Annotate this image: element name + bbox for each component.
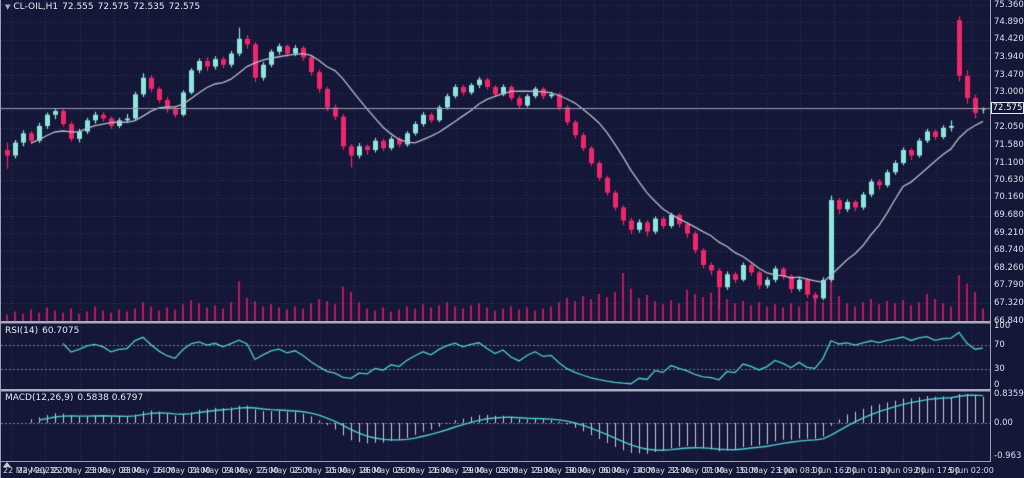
panel-separator-rsi[interactable] xyxy=(1,321,991,324)
rsi-scale-label: 70 xyxy=(994,341,1005,350)
rsi-indicator-label: RSI(14) 60.7075 xyxy=(5,326,83,336)
price-tick-label: 74.420 xyxy=(994,35,1024,44)
macd-scale-label: 0.00 xyxy=(994,419,1013,428)
macd-scale-label: 0.8359 xyxy=(994,390,1024,399)
price-tick-label: 73.470 xyxy=(994,71,1024,80)
price-tick-label: 75.360 xyxy=(994,1,1024,10)
price-tick-label: 70.630 xyxy=(994,176,1024,185)
rsi-current-value: 60.7075 xyxy=(42,326,79,336)
close-value: 72.575 xyxy=(169,2,201,12)
macd-indicator-label: MACD(12,26,9) 0.5838 0.6797 xyxy=(5,393,147,403)
price-tick-label: 73.940 xyxy=(994,53,1024,62)
price-tick-label: 71.100 xyxy=(994,159,1024,168)
price-tick-label: 70.160 xyxy=(994,193,1024,202)
symbol-label: CL-OIL,H1 xyxy=(13,2,58,12)
price-tick-label: 72.050 xyxy=(994,123,1024,132)
price-tick-label: 74.890 xyxy=(994,18,1024,27)
price-tick-label: 68.740 xyxy=(994,246,1024,255)
macd-current-values: 0.5838 0.6797 xyxy=(77,393,143,403)
price-tick-label: 69.210 xyxy=(994,229,1024,238)
price-tick-label: 71.580 xyxy=(994,141,1024,150)
high-value: 72.575 xyxy=(98,2,130,12)
panel-separator-macd[interactable] xyxy=(1,389,991,392)
time-axis[interactable]: 22 May 202322 May 15:0022 May 23:0023 Ma… xyxy=(1,461,991,478)
rsi-scale-label: 30 xyxy=(994,365,1005,374)
scroll-anchor-icon[interactable] xyxy=(3,462,11,467)
macd-scale-label: -0.963 xyxy=(994,452,1021,461)
collapse-arrow-icon[interactable]: ▼ xyxy=(5,3,10,11)
rsi-name: RSI(14) xyxy=(5,326,38,336)
bid-price-label: 72.575 xyxy=(991,102,1024,114)
trading-chart-window: ▼CL-OIL,H172.55572.57572.53572.575 RSI(1… xyxy=(0,0,1024,478)
price-axis[interactable]: 72.575 75.360 74.890 74.420 73.940 73.470 73.… xyxy=(990,0,1024,478)
price-tick-label: 67.320 xyxy=(994,299,1024,308)
macd-name: MACD(12,26,9) xyxy=(5,393,73,403)
open-value: 72.555 xyxy=(62,2,94,12)
price-tick-label: 68.260 xyxy=(994,264,1024,273)
time-tick-label: 5 Jun 02:00 xyxy=(948,466,994,475)
price-tick-label: 67.790 xyxy=(994,281,1024,290)
rsi-scale-label: 100 xyxy=(994,322,1010,331)
low-value: 72.535 xyxy=(133,2,165,12)
chart-title: ▼CL-OIL,H172.55572.57572.53572.575 xyxy=(5,2,204,12)
price-tick-label: 69.680 xyxy=(994,211,1024,220)
price-chart-canvas[interactable] xyxy=(1,0,1024,478)
price-tick-label: 73.000 xyxy=(994,88,1024,97)
